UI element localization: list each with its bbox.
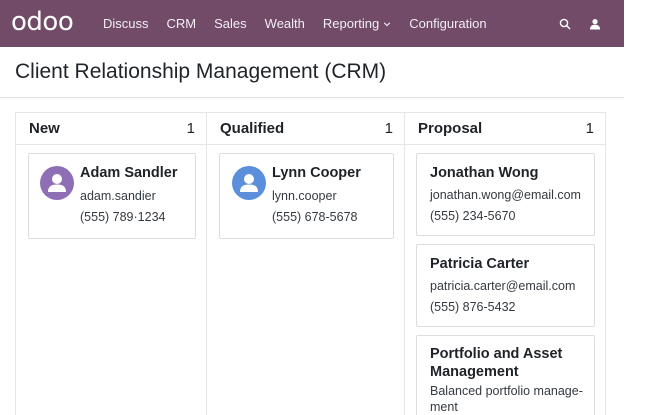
menu-item-crm[interactable]: CRM <box>167 16 197 31</box>
card-email: adam.sandier <box>80 189 156 203</box>
menu-label: Wealth <box>264 16 305 31</box>
kanban-card[interactable]: Portfolio and Asset Management Balanced … <box>416 335 595 415</box>
card-name: Adam Sandler <box>80 165 178 181</box>
card-email: lynn.cooper <box>272 189 337 203</box>
user-menu-button[interactable] <box>586 15 604 33</box>
card-email: jonathan.wong@email.com <box>430 188 581 202</box>
kanban-column-qualified: Qualified 1 Lynn Cooper lynn.cooper (555… <box>206 112 405 415</box>
avatar <box>40 166 74 200</box>
crm-app: odoo Discuss CRM Sales Wealth Reporting … <box>0 0 624 415</box>
card-name: Lynn Cooper <box>272 165 361 181</box>
card-phone: (555) 678-5678 <box>272 210 358 224</box>
menu-label: Discuss <box>103 16 149 31</box>
user-icon <box>590 18 600 29</box>
column-header[interactable]: New 1 <box>16 113 206 145</box>
menu-item-configuration[interactable]: Configuration <box>409 16 486 31</box>
card-phone: (555) 789·1234 <box>80 210 166 224</box>
card-name: Patricia Carter <box>430 256 530 272</box>
column-title: Qualified <box>220 120 285 137</box>
search-icon <box>559 18 571 30</box>
menu-label: Configuration <box>409 16 487 31</box>
card-description: Balanced portfolio manage-ment <box>430 384 583 414</box>
kanban-card[interactable]: Patricia Carter patricia.carter@email.co… <box>416 244 595 327</box>
page-title: Client Relationship Management (CRM) <box>15 60 387 83</box>
column-header[interactable]: Proposal 1 <box>405 113 605 145</box>
card-name: Jonathan Wong <box>430 165 539 181</box>
kanban-card[interactable]: Jonathan Wong jonathan.wong@email.com (5… <box>416 153 595 236</box>
kanban-column-new: New 1 Adam Sandler adam.sandier (555) 78… <box>15 112 207 415</box>
odoo-logo[interactable]: odoo <box>11 6 74 38</box>
column-title: New <box>29 120 60 137</box>
menu-label: Reporting <box>322 16 380 31</box>
user-icon <box>240 174 258 192</box>
kanban-card[interactable]: Adam Sandler adam.sandier (555) 789·1234 <box>28 153 196 239</box>
menu-label: Sales <box>214 16 247 31</box>
user-icon <box>48 174 66 192</box>
column-header[interactable]: Qualified 1 <box>207 113 404 145</box>
main-menu: Discuss CRM Sales Wealth Reporting Confi… <box>103 0 505 47</box>
logo-text: odoo <box>11 7 74 37</box>
menu-item-sales[interactable]: Sales <box>214 16 247 31</box>
top-navbar: odoo Discuss CRM Sales Wealth Reporting … <box>0 0 624 47</box>
navbar-actions <box>544 0 604 47</box>
column-title: Proposal <box>418 120 483 137</box>
card-email: patricia.carter@email.com <box>430 279 576 293</box>
menu-label: CRM <box>166 16 197 31</box>
menu-item-wealth[interactable]: Wealth <box>265 16 305 31</box>
avatar <box>232 166 266 200</box>
column-count: 1 <box>384 120 393 137</box>
page-margin <box>624 0 664 415</box>
card-name: Portfolio and Asset Management <box>430 346 563 380</box>
column-count: 1 <box>585 120 594 137</box>
card-phone: (555) 234-5670 <box>430 209 516 223</box>
chevron-down-icon <box>384 21 391 26</box>
menu-item-discuss[interactable]: Discuss <box>103 16 149 31</box>
kanban-column-proposal: Proposal 1 Jonathan Wong jonathan.wong@e… <box>404 112 606 415</box>
column-count: 1 <box>186 120 195 137</box>
control-panel: Client Relationship Management (CRM) <box>0 47 624 98</box>
card-phone: (555) 876-5432 <box>430 300 516 314</box>
search-button[interactable] <box>556 15 574 33</box>
menu-item-reporting[interactable]: Reporting <box>323 16 391 31</box>
kanban-card[interactable]: Lynn Cooper lynn.cooper (555) 678-5678 <box>219 153 394 239</box>
